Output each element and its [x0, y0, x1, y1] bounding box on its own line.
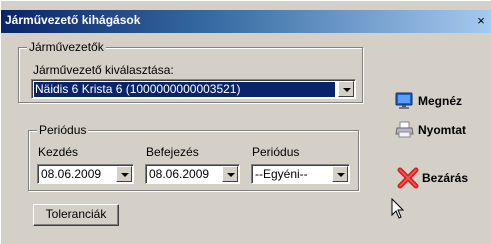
driver-select-value: Näidis 6 Krista 6 (1000000000003521) [34, 82, 335, 97]
start-date-value: 08.06.2009 [41, 167, 102, 181]
period-group-legend: Periódus [37, 123, 89, 137]
driver-select-label: Járművezető kiválasztása: [33, 63, 174, 77]
tolerances-button[interactable]: Toleranciák [33, 204, 119, 226]
period-select-value: --Egyéni-- [255, 167, 308, 181]
red-x-icon [397, 167, 419, 189]
driver-group: Járművezetők Járművezető kiválasztása: N… [18, 40, 363, 103]
start-date-dropdown-button[interactable] [116, 166, 132, 182]
close-button-label: Bezárás [422, 171, 469, 185]
driver-group-legend: Járművezetők [27, 40, 106, 54]
period-select[interactable]: --Egyéni-- [251, 164, 350, 184]
driver-select[interactable]: Näidis 6 Krista 6 (1000000000003521) [31, 79, 356, 99]
end-date-dropdown-button[interactable] [222, 166, 238, 182]
mouse-cursor-icon [391, 197, 405, 223]
title-bar[interactable]: Járművezető kihágások × [1, 10, 491, 33]
close-button[interactable]: Bezárás [397, 167, 468, 189]
view-button[interactable]: Megnéz [395, 90, 462, 112]
view-button-label: Megnéz [418, 94, 463, 108]
window-close-button[interactable]: × [473, 13, 489, 29]
end-date-label: Befejezés [146, 145, 199, 159]
tolerances-button-label: Toleranciák [45, 207, 107, 221]
monitor-icon [395, 92, 415, 110]
print-button-label: Nyomtat [418, 123, 467, 137]
print-button[interactable]: Nyomtat [395, 119, 466, 141]
end-date-value: 08.06.2009 [149, 167, 210, 181]
driver-select-dropdown-button[interactable] [338, 81, 354, 97]
dialog-window: Járművezető kihágások × Járművezetők Jár… [0, 0, 491, 244]
start-date-field[interactable]: 08.06.2009 [37, 164, 134, 184]
start-date-label: Kezdés [38, 145, 79, 159]
period-select-dropdown-button[interactable] [332, 166, 348, 182]
period-select-label: Periódus [252, 145, 300, 159]
window-title: Járművezető kihágások [5, 13, 141, 27]
printer-icon [395, 121, 415, 139]
period-group: Periódus Kezdés 08.06.2009 Befejezés 08.… [28, 123, 359, 191]
end-date-field[interactable]: 08.06.2009 [145, 164, 240, 184]
